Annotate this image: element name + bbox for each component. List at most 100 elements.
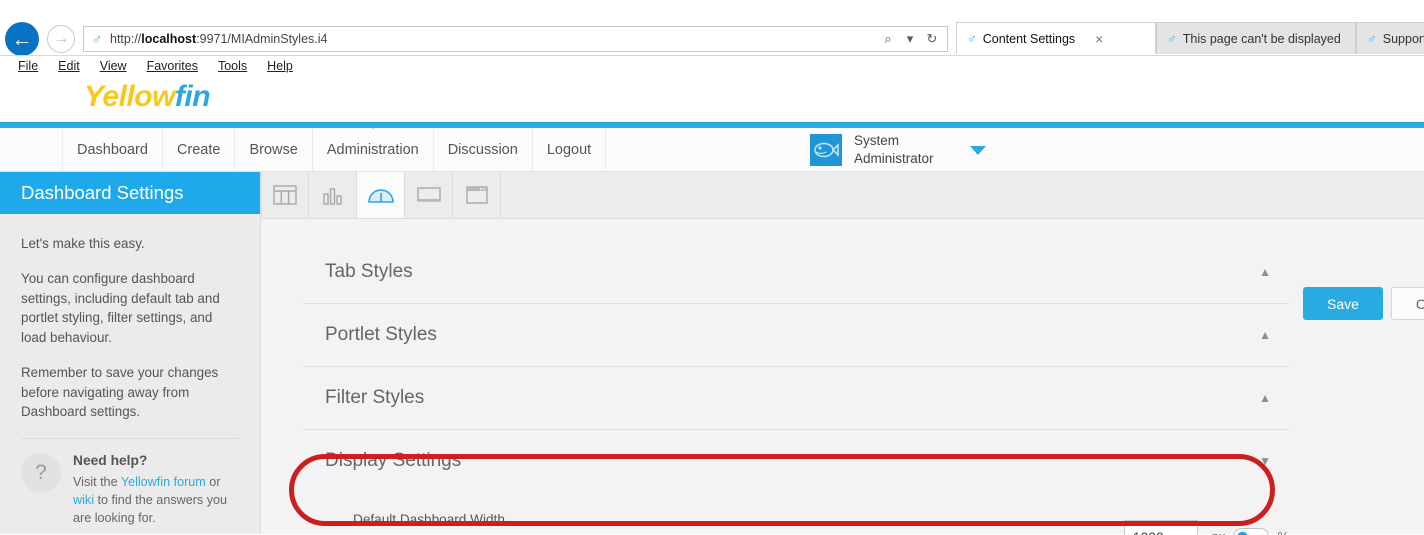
top-navigation: Dashboard Create Browse Administration D…	[0, 128, 1424, 172]
close-icon[interactable]: ×	[1095, 31, 1103, 47]
forward-button[interactable]: →	[47, 25, 75, 53]
sidebar-divider	[21, 437, 239, 439]
unit-label-px: px	[1212, 529, 1226, 535]
nav-label: Administration	[326, 141, 419, 158]
logo-part-fin: fin	[174, 80, 211, 113]
nav-item-logout[interactable]: Logout	[533, 128, 607, 171]
panel-filter-styles: Filter Styles ▲	[303, 367, 1289, 430]
clear-button[interactable]: Clear	[1390, 287, 1424, 320]
menu-item-view[interactable]: View	[90, 59, 137, 73]
user-name: System Administrator	[854, 132, 934, 167]
menu-item-help[interactable]: Help	[257, 59, 303, 73]
browser-tab-label: This page can't be displayed	[1182, 31, 1341, 46]
panel-tab-styles: Tab Styles ▲	[303, 241, 1289, 304]
nav-label: Dashboard	[77, 141, 148, 158]
browser-tab-page-not-displayed[interactable]: ♂ This page can't be displayed	[1156, 22, 1356, 54]
back-button[interactable]: ←	[5, 22, 39, 56]
chevron-down-icon[interactable]	[969, 145, 986, 155]
nav-item-create[interactable]: Create	[163, 128, 236, 171]
panel-title: Display Settings	[325, 450, 462, 471]
yellowfin-application: Yellowfin Dashboard Create Browse Admini…	[0, 76, 1424, 535]
nav-item-browse[interactable]: Browse	[235, 128, 313, 171]
yellowfin-forum-link[interactable]: Yellowfin forum	[121, 475, 206, 489]
panel-header-filter-styles[interactable]: Filter Styles ▲	[303, 367, 1289, 429]
browser-tab-content-settings[interactable]: ♂ Content Settings ×	[956, 22, 1156, 54]
gauge-icon	[367, 189, 394, 203]
menu-item-favorites[interactable]: Favorites	[137, 59, 208, 73]
panel-header-display-settings[interactable]: Display Settings ▼	[303, 430, 1289, 492]
dashboard-width-input[interactable]	[1123, 520, 1198, 535]
wiki-link[interactable]: wiki	[73, 493, 94, 507]
help-text-wrap: Need help? Visit the Yellowfin forum or …	[73, 453, 239, 528]
address-bar-text: http://localhost:9971/MIAdminStyles.i4	[110, 32, 328, 46]
forward-arrow-icon: →	[53, 30, 69, 47]
nav-items: Dashboard Create Browse Administration D…	[62, 128, 607, 171]
bar-chart-icon	[322, 188, 342, 205]
tab-table[interactable]	[261, 172, 309, 218]
chevron-up-icon[interactable]: ▲	[1259, 329, 1271, 341]
settings-panels: Tab Styles ▲ Portlet Styles ▲ Filter Sty…	[303, 241, 1289, 535]
menu-item-file[interactable]: File	[8, 59, 48, 73]
browser-navigation-row: ← → ♂ http://localhost:9971/MIAdminStyle…	[0, 22, 948, 56]
browser-tab-strip: ♂ Content Settings × ♂ This page can't b…	[956, 22, 1424, 54]
tab-favicon-icon: ♂	[1167, 31, 1177, 46]
nav-item-dashboard[interactable]: Dashboard	[62, 128, 163, 171]
search-icon[interactable]: ⌕	[877, 31, 899, 47]
page-favicon-icon: ♂	[91, 31, 103, 47]
tab-chart[interactable]	[309, 172, 357, 218]
tab-favicon-icon: ♂	[1367, 31, 1377, 46]
nav-item-discussion[interactable]: Discussion	[434, 128, 533, 171]
tab-dashboard[interactable]	[357, 172, 405, 218]
refresh-icon[interactable]: ↻	[921, 31, 943, 47]
toggle-knob	[1235, 530, 1251, 535]
icon-tab-bar	[261, 172, 1424, 219]
address-bar[interactable]: ♂ http://localhost:9971/MIAdminStyles.i4…	[83, 26, 948, 52]
panel-title: Filter Styles	[325, 387, 425, 408]
sidebar-paragraph-3: Remember to save your changes before nav…	[21, 365, 219, 420]
setting-row-default-dashboard-width: Default Dashboard Width Define the defau…	[303, 492, 1289, 535]
tab-presentation[interactable]	[405, 172, 453, 218]
logo-part-yellow: Yellow	[84, 80, 175, 113]
help-prefix: Visit the	[73, 474, 121, 489]
panel-header-tab-styles[interactable]: Tab Styles ▲	[303, 241, 1289, 303]
browser-tab-label: Support	[1382, 31, 1424, 46]
logo-band: Yellowfin	[0, 76, 1424, 122]
panel-title: Portlet Styles	[325, 324, 437, 345]
nav-item-administration[interactable]: Administration	[313, 128, 434, 171]
browser-chrome: ← → ♂ http://localhost:9971/MIAdminStyle…	[0, 0, 1424, 77]
panel-display-settings: Display Settings ▼ Default Dashboard Wid…	[303, 430, 1289, 535]
help-suffix: to find the answers you are looking for.	[73, 492, 228, 525]
user-name-line2: Administrator	[854, 151, 934, 166]
sidebar-paragraph-2: You can configure dashboard settings, in…	[21, 271, 220, 345]
action-buttons: Save Clear	[1303, 287, 1424, 320]
menu-item-edit[interactable]: Edit	[48, 59, 90, 73]
tab-favicon-icon: ♂	[967, 31, 977, 46]
unit-toggle[interactable]	[1233, 528, 1270, 535]
chevron-down-icon[interactable]: ▾	[899, 31, 921, 47]
tab-window[interactable]	[453, 172, 501, 218]
nav-label: Discussion	[447, 141, 518, 158]
menu-item-tools[interactable]: Tools	[208, 59, 257, 73]
unit-label-percent: %	[1277, 529, 1289, 535]
nav-label: Create	[176, 141, 221, 158]
browser-tab-support[interactable]: ♂ Support	[1356, 22, 1424, 54]
chevron-down-icon[interactable]: ▼	[1259, 455, 1271, 467]
question-mark-icon: ?	[21, 452, 61, 493]
help-block: ? Need help? Visit the Yellowfin forum o…	[21, 452, 239, 528]
sidebar-body: Let's make this easy. You can configure …	[0, 214, 260, 527]
content-area: Tab Styles ▲ Portlet Styles ▲ Filter Sty…	[261, 219, 1424, 535]
save-button[interactable]: Save	[1303, 287, 1383, 320]
browser-tab-label: Content Settings	[982, 31, 1076, 46]
yellowfin-logo[interactable]: Yellowfin	[84, 80, 211, 113]
panel-header-portlet-styles[interactable]: Portlet Styles ▲	[303, 304, 1289, 366]
user-name-line1: System	[854, 133, 900, 149]
presentation-icon	[416, 187, 441, 202]
chevron-up-icon[interactable]: ▲	[1259, 266, 1271, 278]
chevron-up-icon[interactable]: ▲	[1259, 392, 1271, 404]
panel-title: Tab Styles	[325, 261, 413, 282]
panel-portlet-styles: Portlet Styles ▲	[303, 304, 1289, 367]
help-title: Need help?	[73, 452, 148, 468]
sidebar-paragraph-1: Let's make this easy.	[21, 236, 145, 251]
table-icon	[273, 185, 297, 205]
user-menu[interactable]: System Administrator	[810, 128, 986, 172]
